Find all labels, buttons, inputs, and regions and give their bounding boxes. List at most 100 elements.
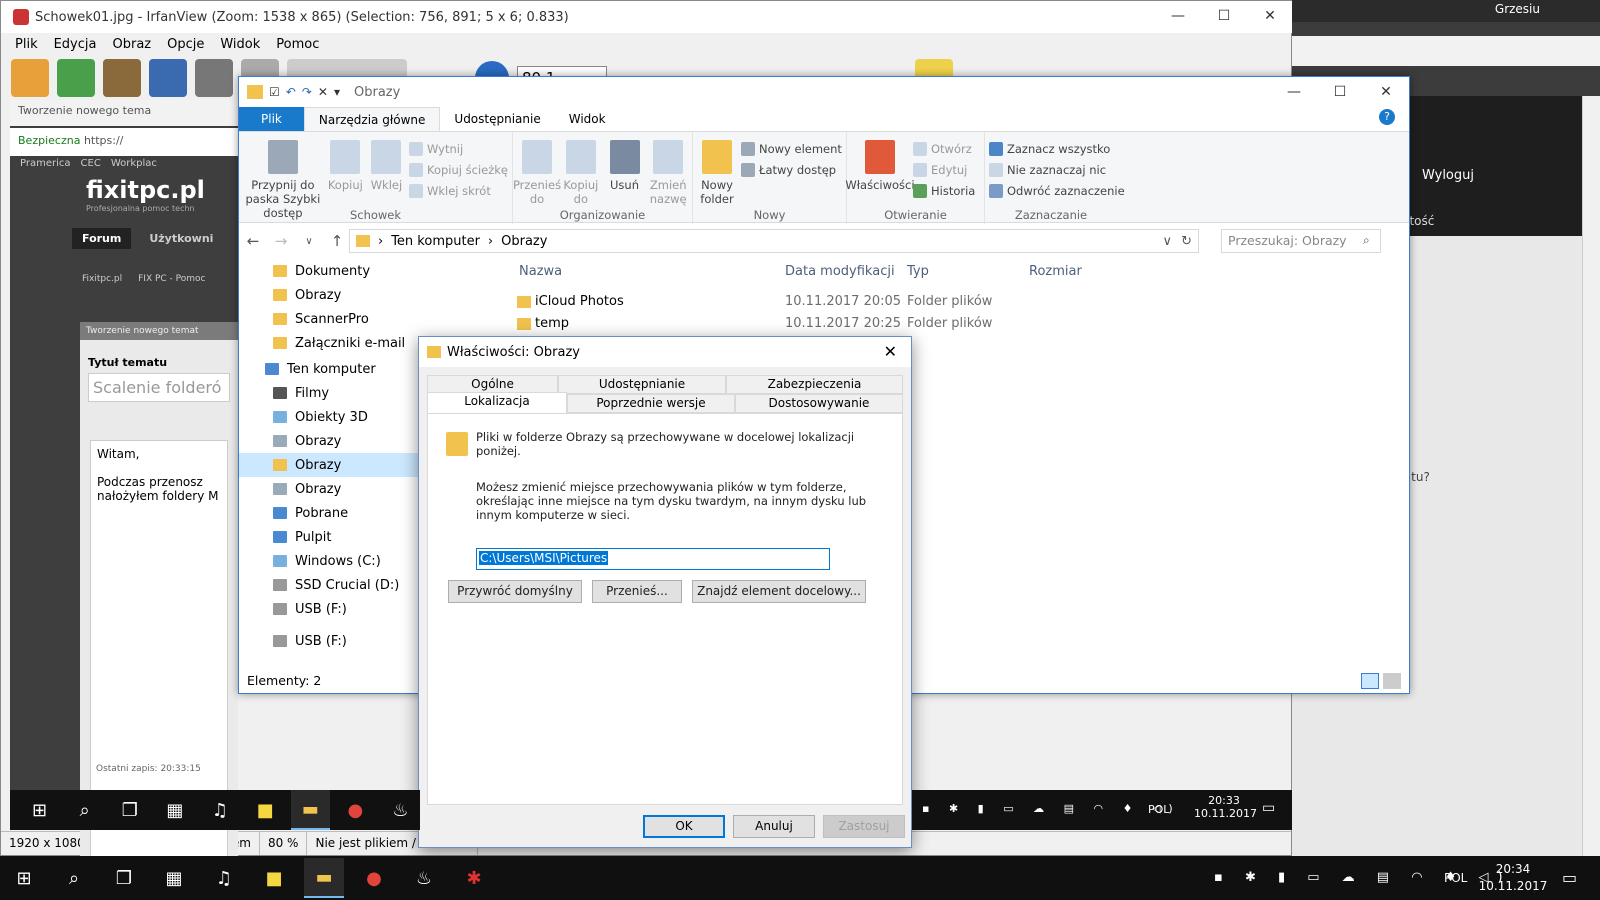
open-button[interactable]: Otwórz (913, 140, 975, 158)
irfanview-icon[interactable]: ✱ (454, 858, 494, 898)
column-date[interactable]: Data modyfikacji (785, 264, 895, 279)
calculator-icon[interactable]: ▦ (154, 858, 194, 898)
table-row[interactable]: temp 10.11.2017 20:25 Folder plików (507, 313, 1407, 335)
tray-lang[interactable]: POL (1148, 803, 1169, 816)
address-bar[interactable]: › Ten komputer › Obrazy ∨ ↻ (349, 229, 1199, 253)
properties-qat-icon[interactable]: ☑ (269, 85, 280, 99)
topic-input[interactable]: Scalenie folderó (88, 373, 230, 402)
explorer-close-icon[interactable]: ✕ (1363, 77, 1409, 107)
select-all-button[interactable]: Zaznacz wszystko (989, 140, 1125, 158)
recent-chevron-icon[interactable]: ∨ (295, 236, 323, 247)
irfanview-titlebar[interactable]: Schowek01.jpg - IrfanView (Zoom: 1538 x … (1, 1, 1293, 33)
notification-icon[interactable]: ▭ (1562, 868, 1577, 887)
apply-button[interactable]: Zastosuj (823, 815, 905, 838)
move-button[interactable]: Przenieś... (592, 580, 682, 603)
tab-share[interactable]: Udostępnianie (440, 107, 554, 131)
steam-icon[interactable]: ♨ (404, 858, 444, 898)
notification-icon[interactable]: ▭ (1262, 800, 1275, 816)
task-view-icon[interactable]: ❐ (104, 858, 144, 898)
back-icon[interactable]: ← (239, 232, 267, 250)
save-icon[interactable] (149, 59, 187, 97)
print-icon[interactable] (195, 59, 233, 97)
minimize-icon[interactable]: — (1155, 1, 1201, 31)
details-view-icon[interactable] (1361, 673, 1379, 689)
tab-customize[interactable]: Dostosowywanie (735, 394, 903, 413)
tree-item[interactable]: Obrazy (239, 283, 499, 307)
find-target-button[interactable]: Znajdź element docelowy... (692, 580, 866, 603)
task-view-icon[interactable]: ❐ (110, 790, 149, 830)
open-folder-icon[interactable] (11, 59, 49, 97)
tab-security[interactable]: Zabezpieczenia (726, 375, 903, 394)
bookmark-cec[interactable]: CEC (81, 158, 101, 169)
select-none-button[interactable]: Nie zaznaczaj nic (989, 161, 1125, 179)
customize-qat-icon[interactable]: ▾ (334, 85, 340, 99)
search-icon[interactable]: ⌕ (54, 858, 94, 898)
logout-link[interactable]: Wyloguj (1422, 168, 1474, 183)
new-item-button[interactable]: Nowy element (741, 140, 842, 158)
tray-clock[interactable]: 20:33 10.11.2017 (1194, 794, 1257, 820)
itunes-icon[interactable]: ♫ (204, 858, 244, 898)
file-explorer-icon[interactable]: ▬ (290, 790, 330, 830)
chrome-icon[interactable]: ● (354, 858, 394, 898)
menu-image[interactable]: Obraz (104, 37, 159, 52)
dialog-close-icon[interactable]: ✕ (884, 342, 897, 361)
column-name[interactable]: Nazwa (519, 264, 562, 279)
menu-file[interactable]: Plik (7, 37, 46, 52)
location-path-input[interactable]: C:\Users\MSI\Pictures (476, 548, 830, 570)
chrome-icon[interactable]: ● (336, 790, 375, 830)
file-explorer-icon[interactable]: ▬ (304, 858, 344, 898)
tray-clock[interactable]: 20:34 10.11.2017 (1478, 861, 1548, 895)
paste-shortcut-button[interactable]: Wklej skrót (409, 182, 508, 200)
tree-item[interactable]: ScannerPro (239, 307, 499, 331)
column-type[interactable]: Typ (907, 264, 929, 279)
calculator-icon[interactable]: ▦ (155, 790, 194, 830)
tree-item[interactable]: Dokumenty (239, 259, 499, 283)
invert-selection-button[interactable]: Odwróć zaznaczenie (989, 182, 1125, 200)
tab-view[interactable]: Widok (555, 107, 620, 131)
steam-icon[interactable]: ♨ (381, 790, 420, 830)
tab-location[interactable]: Lokalizacja (427, 392, 567, 414)
explorer-maximize-icon[interactable]: ☐ (1317, 77, 1363, 107)
crumb-section[interactable]: FIX PC - Pomoc (138, 274, 205, 284)
up-icon[interactable]: ↑ (323, 232, 351, 250)
menu-edit[interactable]: Edycja (46, 37, 105, 52)
cancel-button[interactable]: Anuluj (733, 815, 815, 838)
tab-file[interactable]: Plik (239, 107, 304, 131)
url-text[interactable]: https:// (84, 134, 123, 147)
tray-icons[interactable]: ▪ ✱ ▮ ▭ ☁ ▤ ◠ ♦ ◁) (922, 802, 1181, 815)
start-icon[interactable]: ⊞ (4, 858, 44, 898)
thumbnails-icon[interactable] (103, 59, 141, 97)
redo-icon[interactable]: ↷ (302, 85, 312, 99)
copy-path-button[interactable]: Kopiuj ścieżkę (409, 161, 508, 179)
history-button[interactable]: Historia (913, 182, 975, 200)
nav-users[interactable]: Użytkowni (149, 228, 213, 249)
bookmark-workplace[interactable]: Workplac (111, 158, 157, 169)
help-icon[interactable]: ? (1379, 109, 1395, 125)
menu-view[interactable]: Widok (212, 37, 268, 52)
menu-options[interactable]: Opcje (159, 37, 212, 52)
browser-addressbar[interactable] (1292, 36, 1600, 66)
close-icon[interactable]: ✕ (1247, 1, 1293, 31)
restore-default-button[interactable]: Przywróć domyślny (448, 580, 582, 603)
dialog-titlebar[interactable]: Właściwości: Obrazy ✕ (419, 337, 911, 367)
ok-button[interactable]: OK (643, 815, 725, 838)
sticky-notes-icon[interactable]: ■ (246, 790, 285, 830)
sticky-notes-icon[interactable]: ■ (254, 858, 294, 898)
slideshow-icon[interactable] (57, 59, 95, 97)
search-icon[interactable]: ⌕ (65, 790, 104, 830)
refresh-icon[interactable]: ↻ (1181, 234, 1192, 249)
easy-access-button[interactable]: Łatwy dostęp (741, 161, 842, 179)
column-size[interactable]: Rozmiar (1029, 264, 1082, 279)
cut-button[interactable]: Wytnij (409, 140, 508, 158)
breadcrumb-this-pc[interactable]: Ten komputer (391, 234, 480, 249)
forum-tab[interactable]: Tworzenie nowego tema (10, 100, 238, 126)
bookmark-pramerica[interactable]: Pramerica (20, 158, 71, 169)
edit-button[interactable]: Edytuj (913, 161, 975, 179)
undo-icon[interactable]: ↶ (286, 85, 296, 99)
browser-user[interactable]: Grzesiu (1292, 0, 1600, 22)
explorer-minimize-icon[interactable]: — (1271, 77, 1317, 107)
itunes-icon[interactable]: ♫ (200, 790, 239, 830)
large-icons-view-icon[interactable] (1383, 673, 1401, 689)
table-row[interactable]: iCloud Photos 10.11.2017 20:05 Folder pl… (507, 291, 1407, 313)
address-dropdown-icon[interactable]: ∨ (1162, 234, 1172, 249)
